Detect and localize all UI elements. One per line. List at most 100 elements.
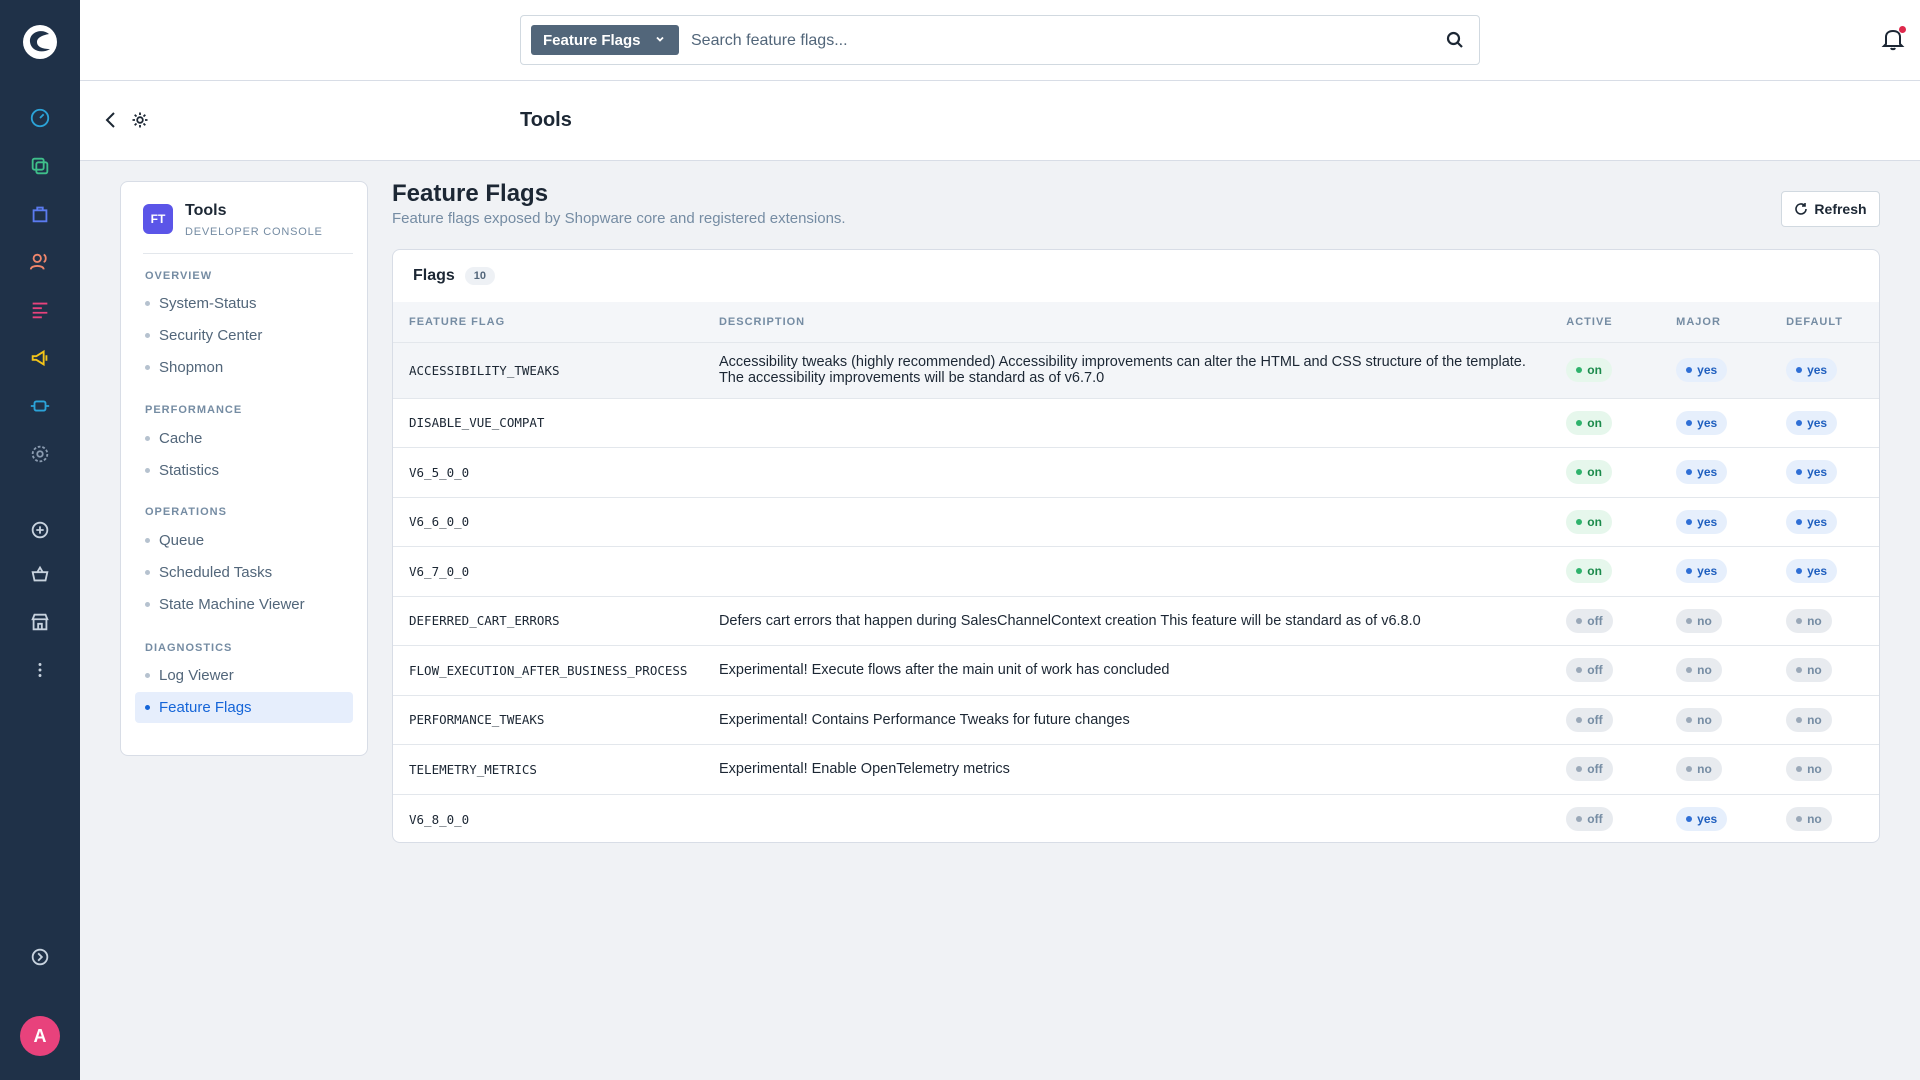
active-status-badge: on: [1566, 358, 1612, 382]
major-status-badge: no: [1676, 757, 1722, 782]
major-cell: yes: [1660, 397, 1771, 448]
table-row[interactable]: V6_5_0_0 on yes yes: [393, 447, 1879, 497]
default-cell: no: [1770, 793, 1879, 842]
table-row[interactable]: DEFERRED_CART_ERRORS Defers cart errors t…: [393, 595, 1879, 646]
content-icon[interactable]: [26, 296, 54, 324]
orders-icon[interactable]: [26, 200, 54, 228]
basket-icon[interactable]: [26, 560, 54, 588]
column-header-default[interactable]: DEFAULT: [1770, 302, 1879, 342]
active-cell: off: [1550, 645, 1661, 695]
refresh-label: Refresh: [1814, 201, 1867, 217]
major-cell: yes: [1660, 793, 1771, 842]
active-cell: on: [1550, 496, 1661, 547]
major-status-badge: yes: [1676, 460, 1728, 485]
more-icon[interactable]: [26, 656, 54, 684]
default-status-badge: no: [1786, 658, 1832, 683]
sidebar-item-security-center[interactable]: Security Center: [135, 320, 353, 351]
major-cell: yes: [1660, 496, 1771, 547]
description-cell: [702, 447, 1551, 497]
sidebar-item-log-viewer[interactable]: Log Viewer: [135, 660, 353, 691]
sidebar-item-state-machine-viewer[interactable]: State Machine Viewer: [135, 589, 353, 620]
table-row[interactable]: FLOW_EXECUTION_AFTER_BUSINESS_PROCESS Exp…: [393, 645, 1879, 695]
dashboard-icon[interactable]: [26, 104, 54, 132]
flag-name-cell: V6_6_0_0: [393, 496, 703, 547]
table-header-row: FEATURE FLAG DESCRIPTION ACTIVE MAJOR DE…: [393, 302, 1879, 342]
search-type-dropdown[interactable]: Feature Flags: [531, 25, 679, 55]
table-row[interactable]: V6_7_0_0 on yes yes: [393, 546, 1879, 596]
default-cell: yes: [1770, 496, 1879, 547]
default-status-badge: no: [1786, 608, 1832, 633]
sidebar-item-shopmon[interactable]: Shopmon: [135, 352, 353, 383]
sidebar-header: FT Tools DEVELOPER CONSOLE: [143, 202, 353, 254]
add-icon[interactable]: [26, 516, 54, 544]
settings-icon[interactable]: [26, 440, 54, 468]
back-icon[interactable]: [100, 109, 122, 131]
search-icon[interactable]: [1445, 30, 1465, 50]
flag-name-cell: TELEMETRY_METRICS: [393, 744, 703, 794]
active-status-badge: off: [1566, 658, 1613, 683]
active-status-badge: on: [1566, 460, 1612, 485]
customers-icon[interactable]: [26, 248, 54, 276]
gear-icon[interactable]: [130, 110, 150, 130]
content-title: Feature Flags: [392, 180, 549, 207]
column-header-description[interactable]: DESCRIPTION: [702, 302, 1551, 342]
table-row[interactable]: V6_8_0_0 off yes no: [393, 793, 1879, 842]
sidebar-item-feature-flags[interactable]: Feature Flags: [135, 692, 353, 723]
search-type-label: Feature Flags: [543, 31, 641, 49]
avatar[interactable]: A: [20, 1016, 60, 1056]
notifications-button[interactable]: [1880, 26, 1906, 52]
sidebar-item-cache[interactable]: Cache: [135, 423, 353, 454]
description-cell: Experimental! Execute flows after the ma…: [702, 645, 1551, 695]
default-status-badge: yes: [1786, 559, 1838, 584]
major-cell: yes: [1660, 546, 1771, 596]
sidebar-item-queue[interactable]: Queue: [135, 525, 353, 556]
table-row[interactable]: V6_6_0_0 on yes yes: [393, 496, 1879, 547]
store-icon[interactable]: [26, 608, 54, 636]
expand-icon[interactable]: [26, 943, 54, 971]
sidebar-item-system-status[interactable]: System-Status: [135, 288, 353, 319]
group-label-operations: OPERATIONS: [145, 506, 227, 518]
major-status-badge: yes: [1676, 559, 1728, 584]
catalogue-icon[interactable]: [26, 152, 54, 180]
column-header-flag[interactable]: FEATURE FLAG: [393, 302, 703, 342]
major-status-badge: no: [1676, 707, 1722, 732]
top-header: Feature Flags: [80, 0, 1920, 81]
group-label-performance: PERFORMANCE: [145, 404, 243, 416]
active-status-badge: on: [1566, 559, 1612, 584]
refresh-button[interactable]: Refresh: [1781, 191, 1880, 227]
table-row[interactable]: ACCESSIBILITY_TWEAKS Accessibility tweaks…: [393, 341, 1879, 398]
table-row[interactable]: PERFORMANCE_TWEAKS Experimental! Contains…: [393, 694, 1879, 745]
sidebar-item-scheduled-tasks[interactable]: Scheduled Tasks: [135, 557, 353, 588]
default-cell: no: [1770, 744, 1879, 794]
major-cell: yes: [1660, 447, 1771, 497]
marketing-icon[interactable]: [26, 344, 54, 372]
major-cell: no: [1660, 694, 1771, 745]
shopware-logo-icon[interactable]: [20, 22, 60, 62]
module-badge: FT: [143, 204, 173, 234]
table-row[interactable]: DISABLE_VUE_COMPAT on yes yes: [393, 397, 1879, 448]
active-cell: on: [1550, 546, 1661, 596]
flag-name-cell: DISABLE_VUE_COMPAT: [393, 397, 703, 448]
default-status-badge: yes: [1786, 358, 1838, 382]
table-body: ACCESSIBILITY_TWEAKS Accessibility tweaks…: [393, 341, 1879, 842]
active-status-badge: on: [1566, 410, 1612, 435]
description-cell: [702, 546, 1551, 596]
column-header-active[interactable]: ACTIVE: [1550, 302, 1661, 342]
flag-name-cell: ACCESSIBILITY_TWEAKS: [393, 341, 703, 398]
default-cell: yes: [1770, 447, 1879, 497]
sidebar-item-statistics[interactable]: Statistics: [135, 455, 353, 486]
active-cell: off: [1550, 793, 1661, 842]
page-title: Tools: [520, 109, 572, 131]
extensions-icon[interactable]: [26, 392, 54, 420]
search-input[interactable]: [691, 28, 1431, 54]
main-navigation-rail: A: [0, 0, 80, 1080]
table-row[interactable]: TELEMETRY_METRICS Experimental! Enable Op…: [393, 744, 1879, 794]
column-header-major[interactable]: MAJOR: [1660, 302, 1771, 342]
active-status-badge: off: [1566, 807, 1613, 831]
default-status-badge: yes: [1786, 509, 1838, 534]
default-status-badge: no: [1786, 707, 1832, 732]
active-cell: off: [1550, 694, 1661, 745]
major-status-badge: yes: [1676, 807, 1728, 831]
default-cell: yes: [1770, 546, 1879, 596]
major-cell: no: [1660, 595, 1771, 646]
